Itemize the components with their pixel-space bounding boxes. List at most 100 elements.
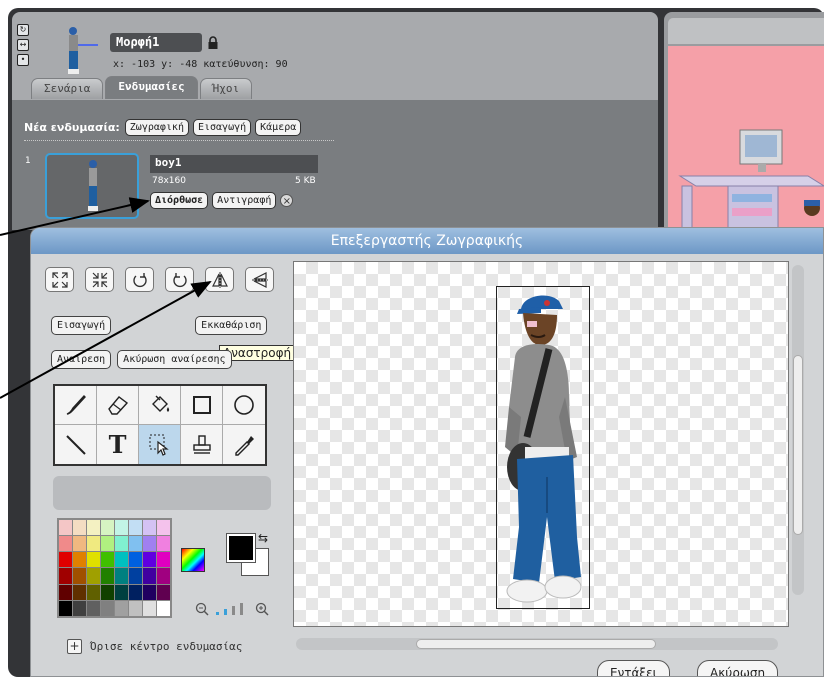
color-swatch[interactable] <box>157 536 170 552</box>
color-swatch[interactable] <box>59 584 72 600</box>
stamp-icon[interactable] <box>181 425 223 464</box>
color-swatch[interactable] <box>73 584 86 600</box>
camera-button[interactable]: Κάμερα <box>255 119 302 136</box>
foreground-color[interactable] <box>226 533 256 563</box>
color-swatch[interactable] <box>115 568 128 584</box>
color-swatch[interactable] <box>157 552 170 568</box>
costume-thumbnail[interactable] <box>45 153 139 219</box>
color-swatch[interactable] <box>115 536 128 552</box>
color-swatch[interactable] <box>101 600 114 616</box>
color-swatch[interactable] <box>87 552 100 568</box>
selection-box[interactable] <box>496 286 590 609</box>
color-swatch[interactable] <box>73 552 86 568</box>
color-swatch[interactable] <box>157 600 170 616</box>
color-swatch[interactable] <box>143 536 156 552</box>
line-icon[interactable] <box>55 425 97 464</box>
paintbrush-icon[interactable] <box>55 386 97 425</box>
horizontal-scroll-thumb[interactable] <box>416 639 656 649</box>
redo-button[interactable]: Ακύρωση αναίρεσης <box>117 350 232 369</box>
delete-costume-icon[interactable]: × <box>280 194 294 207</box>
color-swatch[interactable] <box>73 520 86 536</box>
color-swatch[interactable] <box>115 584 128 600</box>
no-rotate-icon[interactable]: • <box>17 54 29 66</box>
color-swatch[interactable] <box>101 552 114 568</box>
color-swatch[interactable] <box>101 536 114 552</box>
color-swatch[interactable] <box>157 568 170 584</box>
paint-canvas[interactable] <box>293 261 789 627</box>
color-swatch[interactable] <box>101 520 114 536</box>
rotate-left-icon[interactable] <box>125 267 154 292</box>
select-icon[interactable] <box>139 425 181 464</box>
color-swatch[interactable] <box>73 600 86 616</box>
canvas-horizontal-scrollbar[interactable] <box>296 638 778 650</box>
editor-clear-button[interactable]: Εκκαθάριση <box>195 316 268 335</box>
eraser-icon[interactable] <box>97 386 139 425</box>
undo-button[interactable]: Αναίρεση <box>51 350 112 369</box>
flip-horizontal-icon[interactable] <box>205 267 234 292</box>
color-swatch[interactable] <box>115 600 128 616</box>
flip-vertical-icon[interactable] <box>245 267 274 292</box>
canvas-vertical-scrollbar[interactable] <box>792 265 804 595</box>
import-costume-button[interactable]: Εισαγωγή <box>192 119 252 136</box>
color-swatch[interactable] <box>115 520 128 536</box>
color-swatch[interactable] <box>143 584 156 600</box>
color-swatch[interactable] <box>87 520 100 536</box>
color-swatch[interactable] <box>129 584 142 600</box>
edit-costume-button[interactable]: Διόρθωσε <box>150 192 209 209</box>
color-swatch[interactable] <box>87 536 100 552</box>
paint-bucket-icon[interactable] <box>139 386 181 425</box>
zoom-out-icon[interactable] <box>195 602 209 616</box>
color-swatch[interactable] <box>59 552 72 568</box>
enlarge-icon[interactable] <box>45 267 74 292</box>
color-swatch[interactable] <box>101 584 114 600</box>
zoom-in-icon[interactable] <box>255 602 269 616</box>
color-swatch[interactable] <box>87 584 100 600</box>
plus-icon[interactable]: + <box>67 639 82 654</box>
rectangle-icon[interactable] <box>181 386 223 425</box>
color-swatch[interactable] <box>87 600 100 616</box>
color-swatch[interactable] <box>59 536 72 552</box>
paint-editor-title[interactable]: Επεξεργαστής Ζωγραφικής <box>31 228 823 254</box>
color-swatch[interactable] <box>101 568 114 584</box>
flip-left-right-icon[interactable]: ↔ <box>17 39 29 51</box>
color-swatch[interactable] <box>129 536 142 552</box>
text-icon[interactable]: T <box>97 425 139 464</box>
color-swatch[interactable] <box>129 552 142 568</box>
color-picker-icon[interactable] <box>181 548 205 572</box>
rotate-icon[interactable]: ↻ <box>17 24 29 36</box>
color-swatch[interactable] <box>157 520 170 536</box>
color-swatch[interactable] <box>129 600 142 616</box>
cancel-button[interactable]: Ακύρωση <box>697 660 779 676</box>
color-swatch[interactable] <box>129 568 142 584</box>
color-swatch[interactable] <box>157 584 170 600</box>
swap-colors-icon[interactable]: ⇆ <box>258 531 268 545</box>
color-swatch[interactable] <box>143 552 156 568</box>
color-swatch[interactable] <box>59 520 72 536</box>
tab-sounds[interactable]: Ήχοι <box>199 78 253 99</box>
tab-costumes[interactable]: Ενδυμασίες <box>105 76 198 99</box>
editor-import-button[interactable]: Εισαγωγή <box>51 316 112 335</box>
color-swatch[interactable] <box>115 552 128 568</box>
set-costume-center[interactable]: + Όρισε κέντρο ενδυμασίας <box>67 639 242 654</box>
costume-name-field[interactable]: boy1 <box>150 155 318 173</box>
rotate-right-icon[interactable] <box>165 267 194 292</box>
ellipse-icon[interactable] <box>223 386 265 425</box>
color-swatch[interactable] <box>143 568 156 584</box>
color-swatch[interactable] <box>59 600 72 616</box>
lock-icon[interactable] <box>207 36 219 49</box>
color-swatch[interactable] <box>73 536 86 552</box>
shrink-icon[interactable] <box>85 267 114 292</box>
ok-button[interactable]: Εντάξει <box>597 660 670 676</box>
paint-new-button[interactable]: Ζωγραφική <box>124 119 189 136</box>
color-swatch[interactable] <box>143 600 156 616</box>
color-swatch[interactable] <box>129 520 142 536</box>
stage-canvas[interactable] <box>668 46 824 232</box>
color-swatch[interactable] <box>87 568 100 584</box>
zoom-level-icon[interactable] <box>212 600 252 616</box>
color-swatch[interactable] <box>73 568 86 584</box>
vertical-scroll-thumb[interactable] <box>793 355 803 535</box>
color-swatch[interactable] <box>59 568 72 584</box>
tab-scripts[interactable]: Σενάρια <box>31 78 104 99</box>
color-swatch[interactable] <box>143 520 156 536</box>
copy-costume-button[interactable]: Αντιγραφή <box>212 192 277 209</box>
